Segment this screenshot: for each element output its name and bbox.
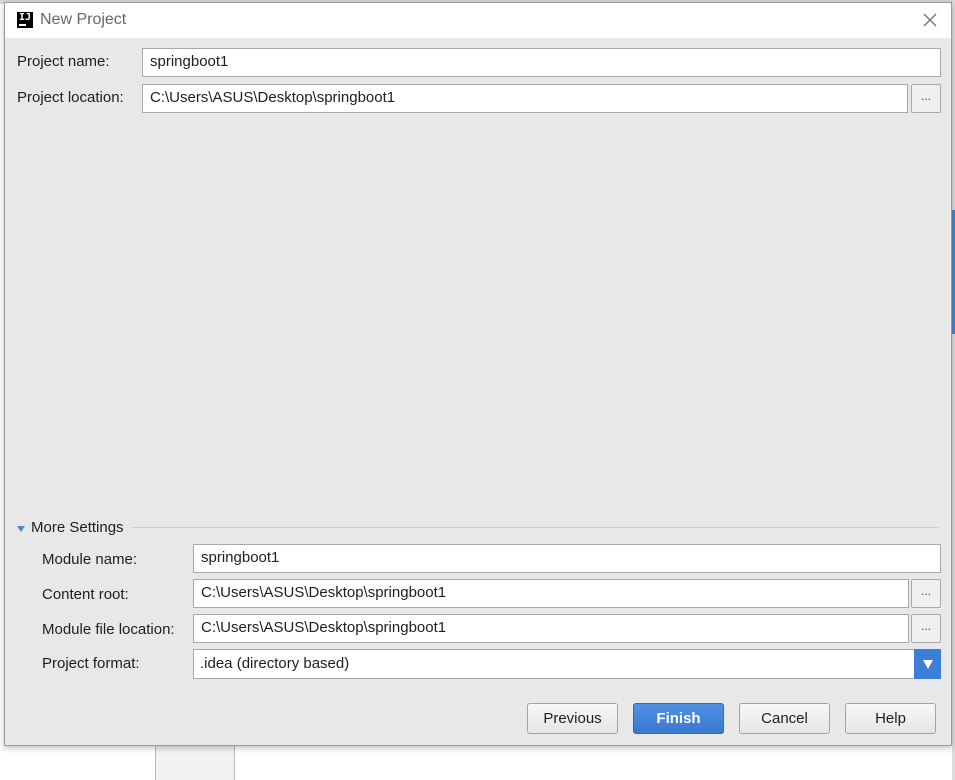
- content-root-browse-button[interactable]: ...: [911, 579, 941, 608]
- module-file-location-browse-button[interactable]: ...: [911, 614, 941, 643]
- background-panel: [155, 745, 235, 780]
- project-name-input[interactable]: springboot1: [142, 48, 941, 77]
- close-icon: [923, 13, 937, 27]
- triangle-down-icon: [17, 525, 25, 532]
- project-name-label: Project name:: [17, 53, 110, 70]
- project-location-input[interactable]: C:\Users\ASUS\Desktop\springboot1: [142, 84, 908, 113]
- project-format-value: .idea (directory based): [200, 655, 350, 672]
- dropdown-button[interactable]: [914, 649, 941, 679]
- content-root-label: Content root:: [42, 586, 129, 603]
- project-location-browse-button[interactable]: ...: [911, 84, 941, 113]
- help-button[interactable]: Help: [845, 703, 936, 734]
- project-format-select[interactable]: .idea (directory based): [193, 649, 941, 679]
- more-settings-toggle[interactable]: More Settings: [17, 519, 124, 536]
- title-bar[interactable]: IJ New Project: [5, 3, 951, 38]
- project-location-label: Project location:: [17, 89, 124, 106]
- module-name-label: Module name:: [42, 551, 138, 568]
- project-format-label: Project format:: [42, 655, 140, 672]
- module-file-location-label: Module file location:: [42, 621, 175, 638]
- module-file-location-input[interactable]: C:\Users\ASUS\Desktop\springboot1: [193, 614, 909, 643]
- chevron-down-icon: [922, 659, 933, 669]
- new-project-dialog: IJ New Project Project name: springboot1…: [4, 2, 952, 746]
- close-button[interactable]: [919, 9, 941, 31]
- finish-button[interactable]: Finish: [633, 703, 724, 734]
- section-divider: [131, 527, 939, 528]
- module-name-input[interactable]: springboot1: [193, 544, 941, 573]
- content-root-input[interactable]: C:\Users\ASUS\Desktop\springboot1: [193, 579, 909, 608]
- cancel-button[interactable]: Cancel: [739, 703, 830, 734]
- previous-button[interactable]: Previous: [527, 703, 618, 734]
- more-settings-label: More Settings: [31, 519, 124, 536]
- dialog-title: New Project: [40, 11, 127, 28]
- intellij-icon: IJ: [17, 12, 33, 28]
